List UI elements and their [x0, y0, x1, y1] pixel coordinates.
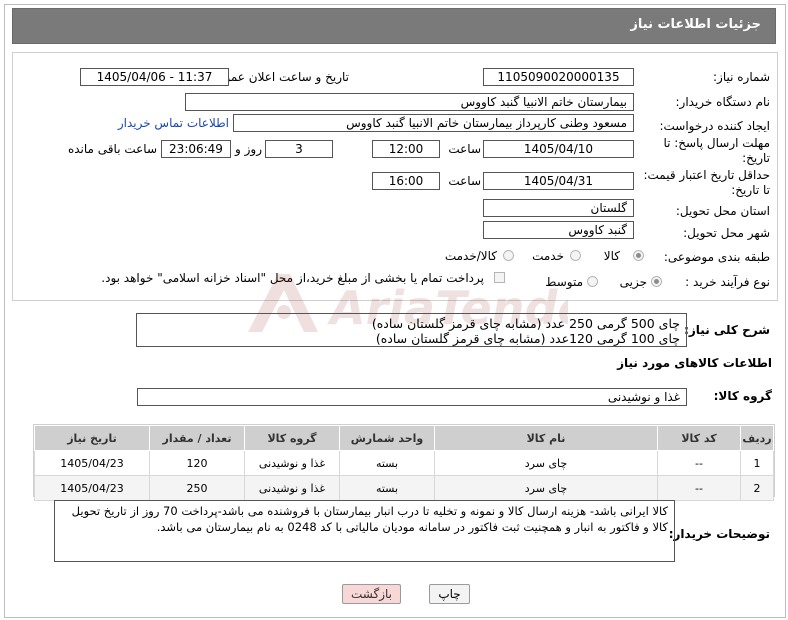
- requester-label: ایجاد کننده درخواست:: [659, 119, 770, 133]
- province-field: گلستان: [483, 199, 634, 217]
- table-row: 2 -- چای سرد بسته غذا و نوشیدنی 250 1405…: [34, 475, 774, 501]
- col-item-code: کد کالا: [657, 425, 741, 451]
- price-date-field: 1405/04/31: [483, 172, 634, 190]
- need-number-field: 1105090020000135: [483, 68, 634, 86]
- buyer-contact-link[interactable]: اطلاعات تماس خریدار: [118, 116, 229, 130]
- category-goods-radio[interactable]: [633, 250, 644, 261]
- cell-item-group: غذا و نوشیدنی: [244, 450, 340, 476]
- cell-row-number: 1: [740, 450, 774, 476]
- goods-table: ردیف کد کالا نام کالا واحد شمارش گروه کا…: [34, 425, 774, 501]
- treasury-payment-note: پرداخت تمام یا بخشی از مبلغ خرید،از محل …: [101, 271, 484, 285]
- buyer-org-field: بیمارستان خاتم الانبیا گنبد کاووس: [185, 93, 634, 111]
- days-remaining-field: 3: [265, 140, 333, 158]
- process-medium-label: متوسط: [545, 275, 583, 289]
- category-both-label: کالا/خدمت: [444, 249, 497, 263]
- buyer-org-label: نام دستگاه خریدار:: [675, 95, 771, 109]
- cell-item-code: --: [657, 475, 741, 501]
- description-line-1: چای 500 گرمی 250 عدد (مشابه چای قرمز گلس…: [371, 316, 680, 331]
- goods-section-title: اطلاعات کالاهای مورد نیاز: [617, 356, 772, 370]
- back-button[interactable]: بازگشت: [342, 584, 401, 604]
- process-medium-radio[interactable]: [587, 276, 598, 287]
- cell-item-group: غذا و نوشیدنی: [244, 475, 340, 501]
- process-small-radio[interactable]: [651, 276, 662, 287]
- goods-group-field: غذا و نوشیدنی: [137, 388, 687, 406]
- page-header: جزئیات اطلاعات نیاز: [12, 8, 776, 44]
- days-label: روز و: [235, 142, 262, 156]
- page-title: جزئیات اطلاعات نیاز: [630, 17, 761, 32]
- cell-quantity: 250: [149, 475, 245, 501]
- description-textarea[interactable]: چای 500 گرمی 250 عدد (مشابه چای قرمز گلس…: [136, 313, 687, 347]
- cell-item-name: چای سرد: [434, 450, 658, 476]
- cell-item-code: --: [657, 450, 741, 476]
- buyer-notes-textarea[interactable]: کالا ایرانی باشد- هزینه ارسال کالا و نمو…: [54, 500, 675, 562]
- cell-quantity: 120: [149, 450, 245, 476]
- city-field: گنبد کاووس: [483, 221, 634, 239]
- deadline-date-field: 1405/04/10: [483, 140, 634, 158]
- cell-unit: بسته: [339, 450, 435, 476]
- col-quantity: تعداد / مقدار: [149, 425, 245, 451]
- print-button[interactable]: چاپ: [429, 584, 470, 604]
- goods-table-container: ردیف کد کالا نام کالا واحد شمارش گروه کا…: [33, 424, 775, 501]
- deadline-label: مهلت ارسال پاسخ: تا: [663, 136, 770, 150]
- goods-group-label: گروه کالا:: [713, 389, 772, 403]
- col-unit: واحد شمارش: [339, 425, 435, 451]
- announce-field: 1405/04/06 - 11:37: [80, 68, 229, 86]
- col-need-date: تاریخ نیاز: [34, 425, 150, 451]
- buyer-notes-label: توضیحات خریدار:: [668, 527, 770, 541]
- time-remaining-label: ساعت باقی مانده: [67, 142, 157, 156]
- province-label: استان محل تحویل:: [675, 204, 770, 218]
- deadline-label-2: تاریخ:: [742, 151, 770, 165]
- category-label: طبقه بندی موضوعی:: [663, 250, 770, 264]
- city-label: شهر محل تحویل:: [683, 226, 770, 240]
- need-number-label: شماره نیاز:: [713, 70, 770, 84]
- price-validity-label: حداقل تاریخ اعتبار قیمت:: [643, 168, 770, 182]
- cell-need-date: 1405/04/23: [34, 450, 150, 476]
- deadline-time-field: 12:00: [372, 140, 440, 158]
- price-time-label: ساعت: [448, 174, 481, 188]
- cell-item-name: چای سرد: [434, 475, 658, 501]
- category-both-radio[interactable]: [503, 250, 514, 261]
- col-item-name: نام کالا: [434, 425, 658, 451]
- cell-row-number: 2: [740, 475, 774, 501]
- description-label: شرح کلی نیاز:: [684, 323, 770, 337]
- treasury-payment-checkbox[interactable]: [494, 272, 505, 283]
- process-type-label: نوع فرآیند خرید :: [685, 275, 770, 289]
- col-row-number: ردیف: [740, 425, 774, 451]
- category-service-radio[interactable]: [570, 250, 581, 261]
- table-row: 1 -- چای سرد بسته غذا و نوشیدنی 120 1405…: [34, 450, 774, 476]
- col-item-group: گروه کالا: [244, 425, 340, 451]
- process-small-label: جزیی: [619, 275, 647, 289]
- deadline-time-label: ساعت: [448, 142, 481, 156]
- description-line-2: چای 100 گرمی 120عدد (مشابه چای قرمز گلست…: [375, 331, 680, 346]
- category-service-label: خدمت: [532, 249, 564, 263]
- time-remaining-field: 23:06:49: [161, 140, 231, 158]
- price-validity-label-2: تا تاریخ:: [731, 183, 770, 197]
- cell-need-date: 1405/04/23: [34, 475, 150, 501]
- cell-unit: بسته: [339, 475, 435, 501]
- category-goods-label: کالا: [603, 249, 620, 263]
- price-time-field: 16:00: [372, 172, 440, 190]
- requester-field: مسعود وطنی کارپرداز بیمارستان خاتم الانب…: [233, 114, 634, 132]
